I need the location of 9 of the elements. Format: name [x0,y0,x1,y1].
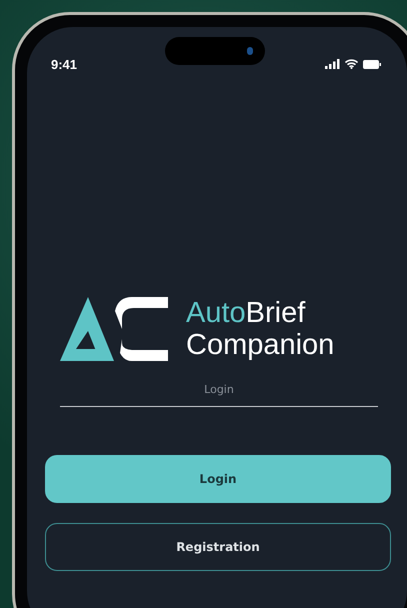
signal-icon [325,59,340,69]
app-name: AutoBrief Companion [186,297,334,361]
logo-icon [60,297,168,361]
status-time: 9:41 [51,56,78,72]
battery-icon [363,60,381,68]
login-button[interactable]: Login [45,455,391,503]
wifi-icon [345,59,358,69]
login-field[interactable]: Login [60,375,378,407]
registration-button[interactable]: Registration [45,523,391,571]
